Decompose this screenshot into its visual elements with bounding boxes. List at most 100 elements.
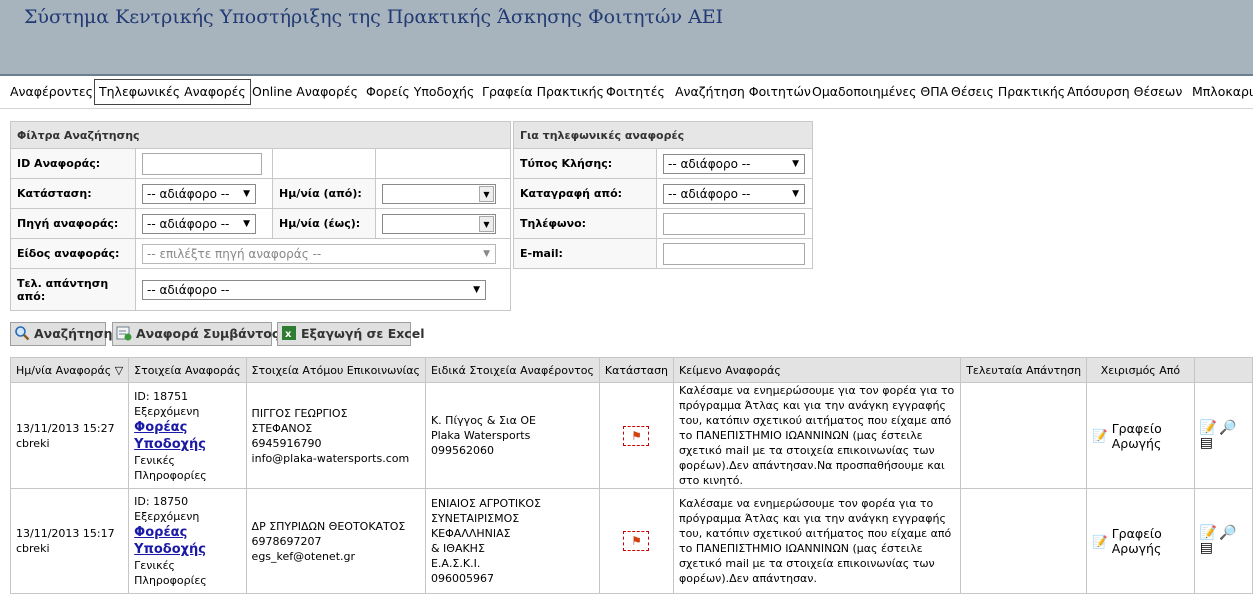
status-cell: ⚑ — [598, 382, 675, 489]
app-title: Σύστημα Κεντρικής Υποστήριξης της Πρακτι… — [24, 6, 724, 28]
report-info-cell: ID: 18751 Εξερχόμενη Φορέας Υποδοχής Γενι… — [128, 382, 247, 489]
nav-item-internship-positions[interactable]: Θέσεις Πρακτικής — [947, 80, 1069, 104]
col-report-text[interactable]: Κείμενο Αναφοράς — [673, 357, 962, 383]
chevron-down-icon: ▼ — [243, 188, 250, 199]
report-info-cell: ID: 18750 Εξερχόμενη Φορέας Υποδοχής Γενι… — [128, 488, 247, 594]
actions-cell: 📝 🔎 ▤ — [1193, 382, 1253, 489]
nav-divider — [0, 108, 1253, 109]
edit-icon[interactable]: 📝 — [1200, 526, 1217, 541]
report-text-cell: Καλέσαμε να ενημερώσουμε τον φορέα για τ… — [673, 488, 962, 594]
col-actions — [1193, 357, 1253, 383]
type-label: Είδος αναφοράς: — [10, 238, 136, 269]
reports-table: Ημ/νία Αναφοράς ▽ Στοιχεία Αναφοράς Στοι… — [9, 357, 1253, 594]
view-icon[interactable]: 🔎 — [1219, 526, 1236, 541]
nav-item-position-withdrawal[interactable]: Απόσυρση Θέσεων — [1063, 80, 1186, 104]
svg-text:x: x — [285, 329, 292, 340]
contact-cell: ΠΙΓΓΟΣ ΓΕΩΡΓΙΟΣ ΣΤΕΦΑΝΟΣ 6945916790 info@pl… — [245, 382, 426, 489]
last-answer-label: Τελ. απάντηση από: — [10, 268, 136, 311]
phone-filters-heading: Για τηλεφωνικές αναφορές — [513, 121, 813, 149]
nav-item-internship-offices[interactable]: Γραφεία Πρακτικής — [478, 80, 608, 104]
edit-icon[interactable]: 📝 — [1200, 420, 1217, 436]
recorded-by-label: Καταγραφή από: — [513, 178, 657, 209]
col-last-answer[interactable]: Τελευταία Απάντηση — [960, 357, 1088, 383]
incident-report-button[interactable]: Αναφορά Συμβάντος — [112, 322, 279, 346]
date-to-label: Ημ/νία (έως): — [272, 208, 376, 239]
chevron-down-icon[interactable]: ▼ — [479, 185, 494, 202]
excel-export-button[interactable]: x Εξαγωγή σε Excel — [277, 322, 424, 346]
search-icon — [15, 326, 30, 341]
col-report-date[interactable]: Ημ/νία Αναφοράς ▽ — [9, 357, 130, 383]
nav-item-blocking[interactable]: Μπλοκαρισ — [1188, 80, 1253, 104]
header-divider — [0, 74, 1253, 76]
status-select[interactable]: -- αδιάφορο -- ▼ — [142, 183, 256, 204]
date-to-picker[interactable]: ▼ — [382, 213, 496, 234]
handled-by-cell: 📝 Γραφείο Αρωγής — [1086, 382, 1195, 489]
report-type-select[interactable]: -- επιλέξτε πηγή αναφοράς -- ▼ — [142, 243, 496, 264]
source-label: Πηγή αναφοράς: — [10, 208, 136, 239]
excel-icon: x — [282, 326, 296, 340]
search-button[interactable]: Αναζήτηση — [10, 322, 113, 346]
report-type-link[interactable]: Φορέας Υποδοχής — [134, 419, 240, 453]
phone-input[interactable] — [663, 212, 805, 235]
filters-heading: Φίλτρα Αναζήτησης — [10, 121, 511, 149]
date-cell: 13/11/2013 15:17 cbreki — [9, 488, 130, 594]
email-input[interactable] — [663, 242, 805, 265]
last-answer-select[interactable]: -- αδιάφορο -- ▼ — [142, 279, 486, 300]
nav-item-grouped-positions[interactable]: Ομαδοποιημένες ΘΠΑ — [808, 80, 952, 104]
chevron-down-icon: ▼ — [792, 158, 799, 169]
nav-item-online-reports[interactable]: Online Αναφορές — [248, 80, 362, 104]
nav-item-phone-reports[interactable]: Τηλεφωνικές Αναφορές — [94, 79, 251, 105]
nav-item-reporters[interactable]: Αναφέροντες — [6, 80, 97, 104]
app-header: Σύστημα Κεντρικής Υποστήριξης της Πρακτι… — [0, 0, 1253, 74]
date-from-picker[interactable]: ▼ — [382, 183, 496, 204]
status-cell: ⚑ — [598, 488, 675, 594]
call-type-select[interactable]: -- αδιάφορο -- ▼ — [663, 153, 805, 174]
last-answer-cell — [960, 488, 1088, 594]
add-answer-icon[interactable]: ▤ — [1200, 541, 1213, 556]
call-type-label: Τύπος Κλήσης: — [513, 148, 657, 179]
last-answer-cell — [960, 382, 1088, 489]
search-filters-panel: Φίλτρα Αναζήτησης ID Αναφοράς: Κατάσταση… — [10, 121, 511, 311]
sort-icon[interactable]: ▽ — [115, 364, 123, 377]
col-report-info[interactable]: Στοιχεία Αναφοράς — [128, 357, 247, 383]
col-status[interactable]: Κατάσταση — [598, 357, 675, 383]
edit-note-icon: 📝 — [1092, 533, 1108, 549]
edit-note-icon: 📝 — [1092, 428, 1108, 443]
main-nav: Αναφέροντες Τηλεφωνικές Αναφορές Online … — [0, 78, 1253, 108]
chevron-down-icon: ▼ — [483, 248, 490, 259]
actions-cell: 📝 🔎 ▤ — [1193, 488, 1253, 594]
phone-filters-panel: Για τηλεφωνικές αναφορές Τύπος Κλήσης: -… — [513, 121, 813, 269]
table-row: 13/11/2013 15:27 cbreki ID: 18751 Εξερχόμε… — [9, 382, 1253, 489]
chevron-down-icon[interactable]: ▼ — [479, 215, 494, 232]
nav-item-students[interactable]: Φοιτητές — [602, 80, 669, 104]
phone-label: Τηλέφωνο: — [513, 208, 657, 239]
table-row: 13/11/2013 15:17 cbreki ID: 18750 Εξερχόμε… — [9, 488, 1253, 594]
flag-icon: ⚑ — [623, 425, 650, 446]
chevron-down-icon: ▼ — [473, 284, 480, 295]
nav-item-host-entities[interactable]: Φορείς Υποδοχής — [362, 80, 478, 104]
contact-cell: ΔΡ ΣΠΥΡΙΔΩΝ ΘΕΟΤΟΚΑΤΟΣ 6978697207 egs_kef@… — [245, 488, 426, 594]
id-label: ID Αναφοράς: — [10, 148, 136, 179]
chevron-down-icon: ▼ — [243, 218, 250, 229]
email-label: E-mail: — [513, 238, 657, 269]
document-add-icon — [116, 326, 132, 341]
reporter-details-cell: ΕΝΙΑΙΟΣ ΑΓΡΟΤΙΚΟΣ ΣΥΝΕΤΑΙΡΙΣΜΟΣ ΚΕΦΑΛΛΗΝΙ… — [424, 488, 600, 594]
recorded-by-select[interactable]: -- αδιάφορο -- ▼ — [663, 183, 805, 204]
chevron-down-icon: ▼ — [792, 188, 799, 199]
source-select[interactable]: -- αδιάφορο -- ▼ — [142, 213, 256, 234]
reporter-details-cell: Κ. Πίγγος & Σια ΟΕ Plaka Watersports 09956… — [424, 382, 600, 489]
date-from-label: Ημ/νία (από): — [272, 178, 376, 209]
col-reporter-details[interactable]: Ειδικά Στοιχεία Αναφέροντος — [424, 357, 600, 383]
nav-item-student-search[interactable]: Αναζήτηση Φοιτητών — [671, 80, 815, 104]
col-handled-by[interactable]: Χειρισμός Από — [1086, 357, 1195, 383]
col-contact-info[interactable]: Στοιχεία Ατόμου Επικοινωνίας — [245, 357, 426, 383]
add-answer-icon[interactable]: ▤ — [1200, 435, 1213, 451]
report-text-cell: Καλέσαμε να ενημερώσουμε για τον φορέα γ… — [673, 382, 962, 489]
report-id-input[interactable] — [142, 152, 262, 175]
date-cell: 13/11/2013 15:27 cbreki — [9, 382, 130, 489]
view-icon[interactable]: 🔎 — [1219, 420, 1236, 436]
flag-icon: ⚑ — [623, 531, 650, 551]
handled-by-cell: 📝 Γραφείο Αρωγής — [1086, 488, 1195, 594]
report-type-link[interactable]: Φορέας Υποδοχής — [134, 524, 240, 558]
status-label: Κατάσταση: — [10, 178, 136, 209]
